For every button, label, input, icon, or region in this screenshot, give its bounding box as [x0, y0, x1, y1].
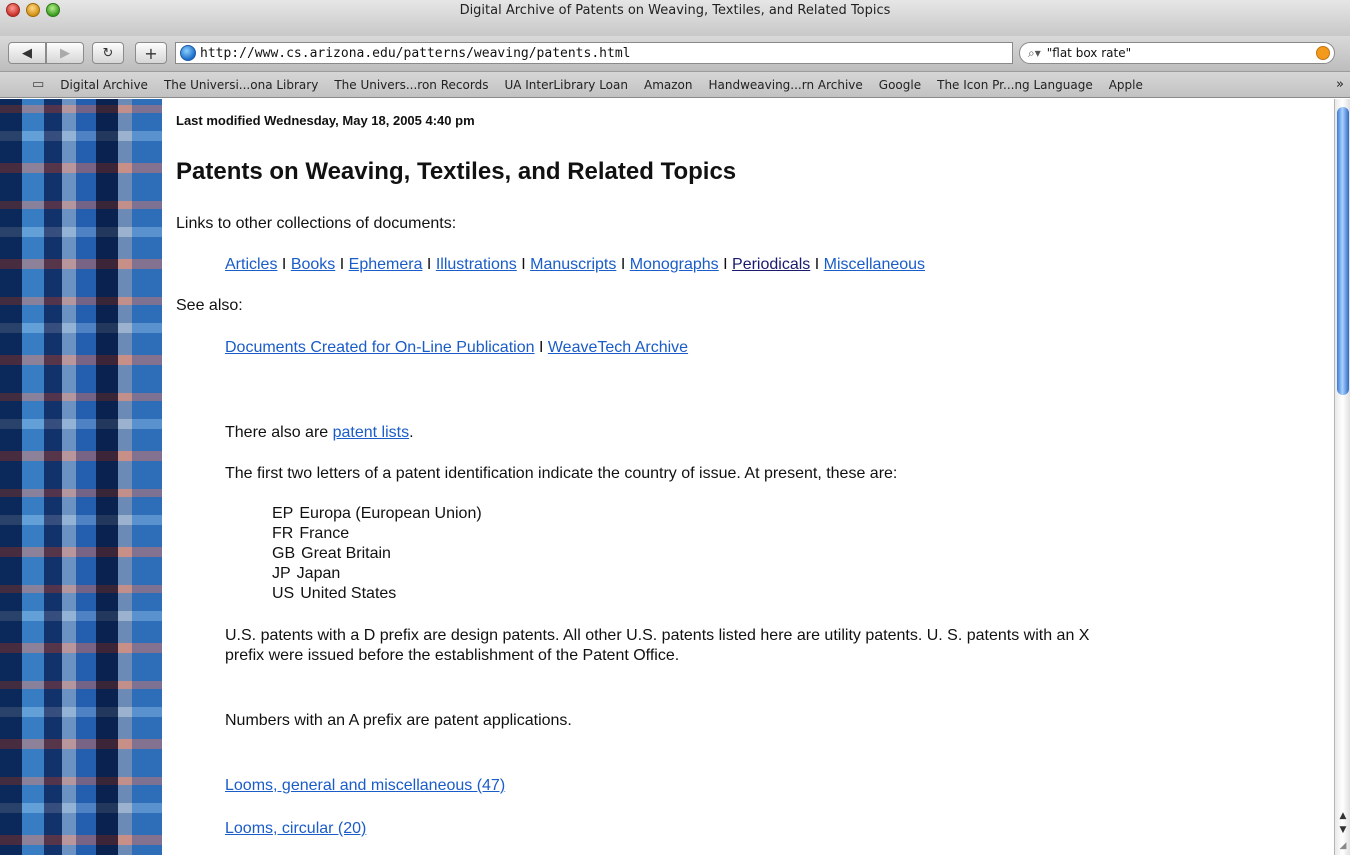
toolbar: ◀ ▶ ↻ + http://www.cs.arizona.edu/patter… [0, 36, 1350, 72]
country-name: United States [300, 585, 397, 602]
link-articles[interactable]: Articles [225, 256, 277, 273]
bookmark-item[interactable]: The Universi...ona Library [164, 78, 318, 92]
magnifier-icon: ⌕▾ [1028, 45, 1041, 60]
bookmark-item[interactable]: Apple [1109, 78, 1143, 92]
design-note-line1: U.S. patents with a D prefix are design … [225, 627, 1090, 644]
back-button[interactable]: ◀ [8, 42, 46, 64]
resize-grip-icon[interactable]: ◢ [1335, 839, 1350, 853]
page-content: Last modified Wednesday, May 18, 2005 4:… [162, 99, 1334, 855]
link-manuscripts[interactable]: Manuscripts [530, 256, 616, 273]
separator: I [538, 339, 544, 356]
divider [176, 754, 1320, 755]
bookmark-item[interactable]: The Univers...ron Records [334, 78, 488, 92]
separator: I [723, 256, 728, 273]
country-row: JP Japan [272, 565, 340, 583]
link-miscellaneous[interactable]: Miscellaneous [824, 256, 925, 273]
country-code: JP [272, 565, 291, 582]
category-item: Looms, circular (20) [225, 820, 366, 838]
link-looms-circular[interactable]: Looms, circular (20) [225, 820, 366, 837]
url-text: http://www.cs.arizona.edu/patterns/weavi… [200, 45, 631, 61]
page-title: Patents on Weaving, Textiles, and Relate… [176, 158, 737, 185]
countries-intro: The first two letters of a patent identi… [225, 465, 898, 482]
reload-icon: ↻ [102, 45, 114, 61]
address-bar[interactable]: http://www.cs.arizona.edu/patterns/weavi… [175, 42, 1013, 64]
link-ephemera[interactable]: Ephemera [349, 256, 423, 273]
browser-window: Digital Archive of Patents on Weaving, T… [0, 0, 1350, 855]
link-periodicals[interactable]: Periodicals [732, 256, 810, 273]
country-row: EP Europa (European Union) [272, 505, 482, 523]
link-online-documents[interactable]: Documents Created for On-Line Publicatio… [225, 339, 535, 356]
vertical-scrollbar[interactable]: ▲ ▼ ◢ [1334, 99, 1350, 855]
link-illustrations[interactable]: Illustrations [436, 256, 517, 273]
forward-button[interactable]: ▶ [46, 42, 84, 64]
country-name: France [299, 525, 350, 542]
see-also-links: Documents Created for On-Line Publicatio… [225, 339, 688, 357]
country-name: Japan [296, 565, 341, 582]
link-patent-lists[interactable]: patent lists [333, 424, 409, 441]
country-row: FR France [272, 525, 349, 543]
country-name: Europa (European Union) [299, 505, 482, 522]
separator: I [620, 256, 626, 273]
separator: I [521, 256, 526, 273]
category-item: Looms, general and miscellaneous (47) [225, 777, 505, 795]
link-monographs[interactable]: Monographs [630, 256, 719, 273]
patent-lists-prefix: There also are [225, 424, 333, 441]
back-icon: ◀ [22, 45, 32, 61]
collection-links: Articles I Books I Ephemera I Illustrati… [225, 256, 925, 274]
separator: I [339, 256, 345, 273]
separator: I [426, 256, 432, 273]
bookmark-item[interactable]: Google [879, 78, 921, 92]
links-intro: Links to other collections of documents: [176, 215, 457, 232]
separator: I [281, 256, 287, 273]
patent-lists-note: There also are patent lists. [225, 424, 414, 442]
scroll-up-arrow-icon[interactable]: ▲ [1335, 809, 1350, 823]
scroll-thumb[interactable] [1337, 107, 1349, 395]
bookmark-item[interactable]: Handweaving...rn Archive [708, 78, 862, 92]
patent-lists-suffix: . [409, 424, 414, 441]
more-bookmarks-icon[interactable]: » [1336, 77, 1344, 92]
plus-icon: + [144, 43, 158, 63]
country-code: FR [272, 525, 294, 542]
country-code: US [272, 585, 295, 602]
link-weavetech-archive[interactable]: WeaveTech Archive [548, 339, 688, 356]
bookmark-item[interactable]: The Icon Pr...ng Language [937, 78, 1093, 92]
search-field[interactable]: ⌕▾ "flat box rate" [1019, 42, 1335, 64]
see-also-label: See also: [176, 297, 243, 314]
bookmark-item[interactable]: UA InterLibrary Loan [504, 78, 628, 92]
clear-search-icon[interactable] [1316, 46, 1330, 60]
divider [176, 399, 1320, 400]
forward-icon: ▶ [60, 45, 70, 61]
book-icon[interactable]: ▭ [32, 77, 44, 92]
bookmark-item[interactable]: Digital Archive [60, 78, 148, 92]
last-modified: Last modified Wednesday, May 18, 2005 4:… [176, 113, 475, 128]
design-note-line2: prefix were issued before the establishm… [225, 647, 680, 664]
window-title: Digital Archive of Patents on Weaving, T… [459, 3, 891, 18]
search-text: "flat box rate" [1046, 46, 1132, 60]
add-bookmark-button[interactable]: + [135, 42, 167, 64]
bookmarks-bar: ▭ Digital Archive The Universi...ona Lib… [0, 72, 1350, 98]
title-bar: Digital Archive of Patents on Weaving, T… [0, 0, 1350, 36]
bookmark-item[interactable]: Amazon [644, 78, 693, 92]
scroll-down-arrow-icon[interactable]: ▼ [1335, 823, 1350, 837]
weave-pattern-sidebar [0, 99, 162, 855]
link-books[interactable]: Books [291, 256, 335, 273]
separator: I [814, 256, 820, 273]
country-row: US United States [272, 585, 396, 603]
country-code: GB [272, 545, 296, 562]
country-code: EP [272, 505, 294, 522]
link-looms-general[interactable]: Looms, general and miscellaneous (47) [225, 777, 505, 794]
applications-note: Numbers with an A prefix are patent appl… [225, 712, 572, 729]
reload-button[interactable]: ↻ [92, 42, 124, 64]
country-row: GB Great Britain [272, 545, 391, 563]
country-name: Great Britain [301, 545, 391, 562]
globe-icon [180, 45, 196, 61]
